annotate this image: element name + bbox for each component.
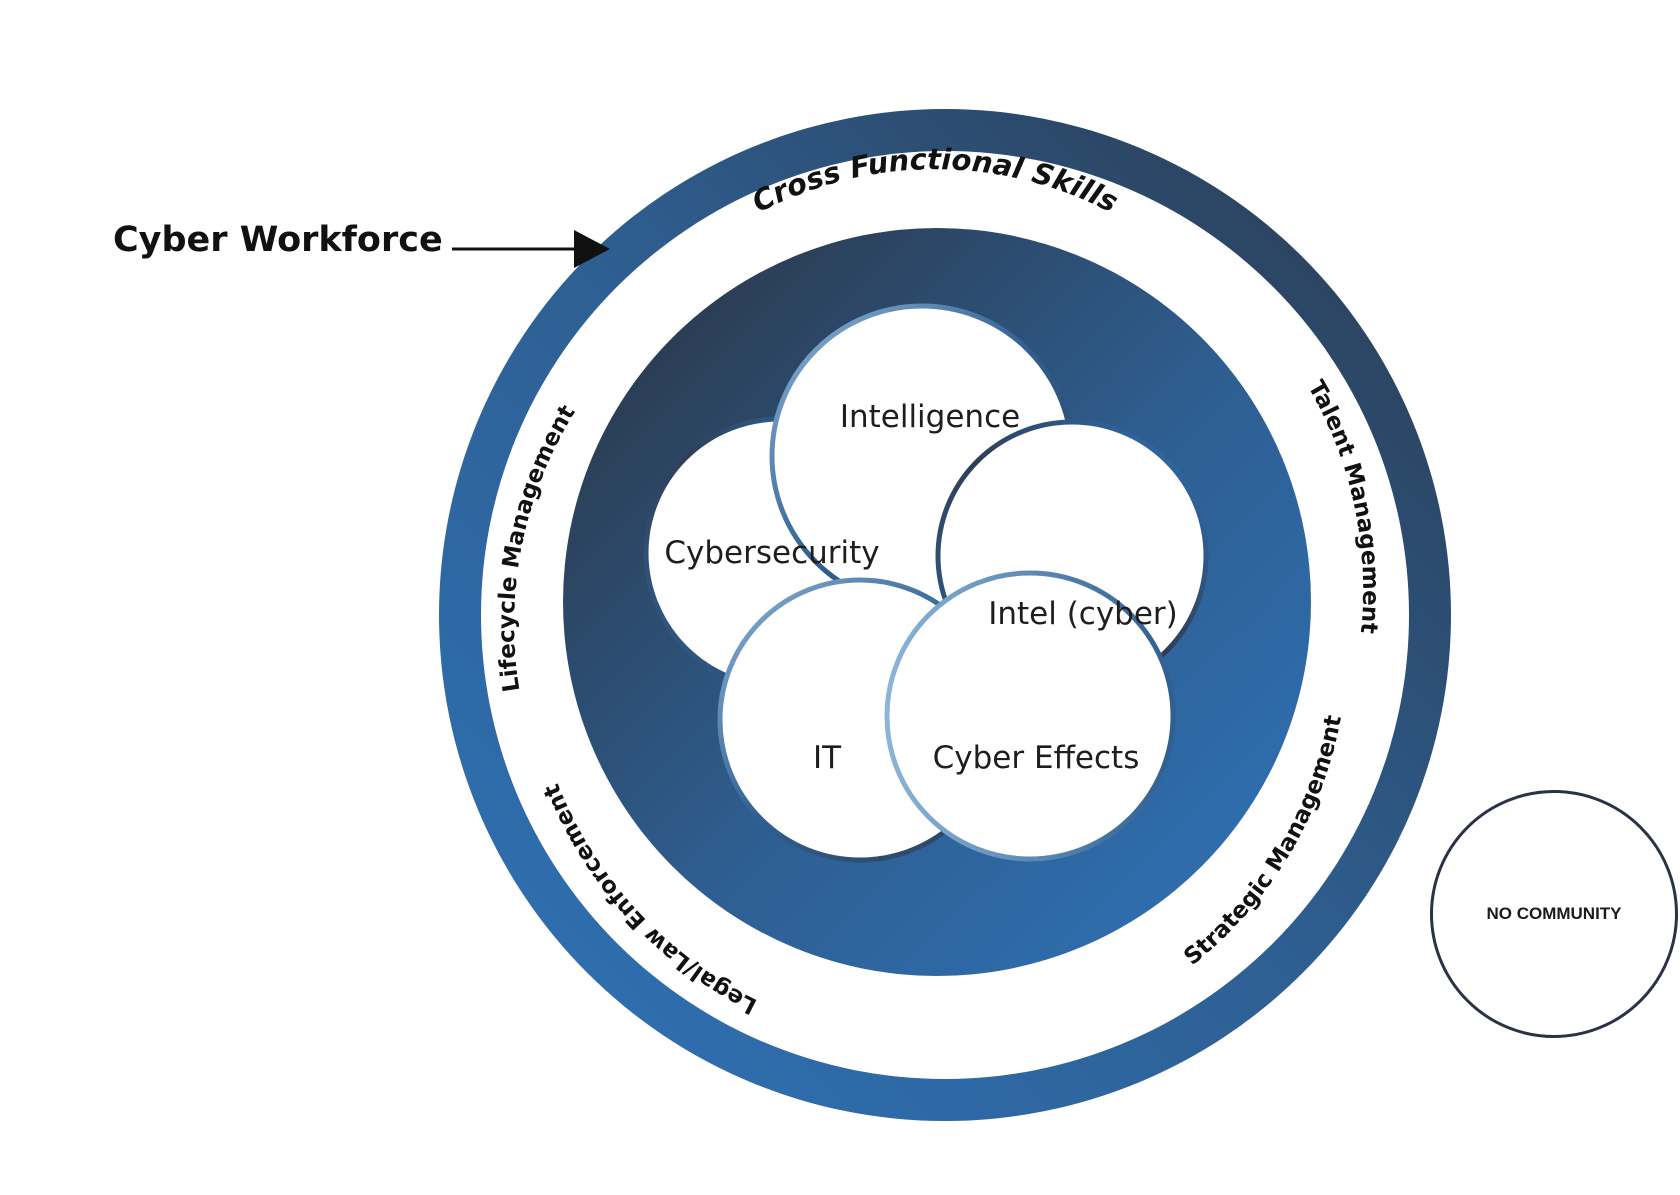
- label-it: IT: [813, 740, 842, 776]
- label-cybersecurity: Cybersecurity: [664, 535, 879, 571]
- cyber-workforce-heading: Cyber Workforce: [113, 220, 443, 260]
- label-intelligence: Intelligence: [840, 399, 1020, 435]
- no-community-circle: NO COMMUNITY: [1430, 790, 1678, 1038]
- label-intel-cyber: Intel (cyber): [988, 596, 1178, 632]
- no-community-label: NO COMMUNITY: [1486, 904, 1622, 923]
- label-cyber-effects: Cyber Effects: [933, 740, 1140, 776]
- cyber-workforce-diagram: Intelligence Cybersecurity Intel (cyber)…: [439, 109, 1451, 1121]
